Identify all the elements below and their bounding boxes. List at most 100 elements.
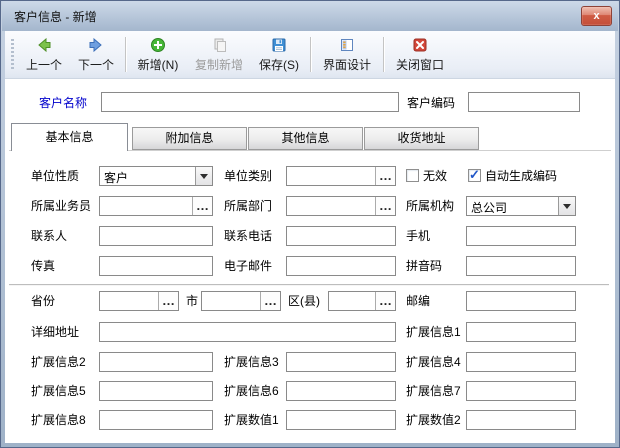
new-button[interactable]: 新增(N): [129, 31, 187, 78]
invalid-checkbox[interactable]: ✓: [406, 169, 419, 182]
titlebar: 客户信息 - 新增: [2, 1, 618, 31]
city-input[interactable]: [202, 292, 260, 310]
ext3-input[interactable]: [286, 352, 396, 372]
ui-design-label: 界面设计: [323, 56, 371, 73]
ellipsis-icon: …: [379, 202, 392, 210]
ext4-input[interactable]: [466, 352, 576, 372]
arrow-right-icon: [88, 37, 104, 53]
ellipsis-icon: …: [196, 202, 209, 210]
copy-new-label: 复制新增: [195, 56, 243, 73]
next-button[interactable]: 下一个: [70, 31, 122, 78]
organization-label: 所属机构: [406, 199, 454, 213]
organization-dropdown-button[interactable]: [558, 197, 575, 215]
city-lookup-button[interactable]: …: [260, 292, 280, 310]
tab-additional-info[interactable]: 附加信息: [132, 127, 247, 150]
fax-label: 传真: [31, 259, 55, 273]
invalid-checkbox-label[interactable]: 无效: [423, 169, 447, 183]
ext1-input[interactable]: [466, 322, 576, 342]
address-input[interactable]: [99, 322, 396, 342]
ext7-input[interactable]: [466, 381, 576, 401]
unit-nature-dropdown-button[interactable]: [195, 167, 212, 185]
unit-category-lookup-button[interactable]: …: [375, 167, 395, 185]
extnum2-input[interactable]: [466, 410, 576, 430]
district-label: 区(县): [288, 294, 320, 308]
save-label: 保存(S): [259, 56, 299, 73]
unit-nature-label: 单位性质: [31, 169, 79, 183]
tab-basic-info[interactable]: 基本信息: [11, 123, 128, 151]
toolbar: 上一个 下一个 新增(N) 复制新增: [5, 31, 615, 79]
province-label: 省份: [31, 294, 55, 308]
ext6-input[interactable]: [286, 381, 396, 401]
ellipsis-icon: …: [379, 172, 392, 180]
contact-input[interactable]: [99, 226, 213, 246]
mobile-label: 手机: [406, 229, 430, 243]
email-input[interactable]: [286, 256, 396, 276]
customer-info-dialog: 客户信息 - 新增 x 上一个 下一个 新增(N): [0, 0, 620, 448]
customer-code-input[interactable]: [468, 92, 580, 112]
zipcode-label: 邮编: [406, 294, 430, 308]
save-icon: [271, 37, 287, 53]
ext8-input[interactable]: [99, 410, 213, 430]
ext2-input[interactable]: [99, 352, 213, 372]
organization-combo[interactable]: 总公司: [466, 196, 576, 216]
save-button[interactable]: 保存(S): [251, 31, 307, 78]
salesman-label: 所属业务员: [31, 199, 91, 213]
ui-design-button[interactable]: 界面设计: [314, 31, 380, 78]
unit-category-input[interactable]: [287, 167, 375, 185]
plus-circle-icon: [150, 37, 166, 53]
toolbar-grip[interactable]: [11, 39, 14, 70]
ellipsis-icon: …: [162, 297, 175, 305]
close-window-label: 关闭窗口: [396, 56, 444, 73]
ellipsis-icon: …: [379, 297, 392, 305]
window-title: 客户信息 - 新增: [14, 8, 97, 25]
tab-other-info[interactable]: 其他信息: [248, 127, 363, 150]
department-input[interactable]: [287, 197, 375, 215]
copy-new-button: 复制新增: [187, 31, 251, 78]
unit-category-field: …: [286, 166, 396, 186]
toolbar-separator: [383, 37, 384, 72]
phone-input[interactable]: [286, 226, 396, 246]
ext1-label: 扩展信息1: [406, 325, 461, 339]
unit-nature-combo[interactable]: 客户: [99, 166, 213, 186]
extnum1-input[interactable]: [286, 410, 396, 430]
fax-input[interactable]: [99, 256, 213, 276]
toolbar-separator: [310, 37, 311, 72]
section-separator: [9, 284, 609, 285]
unit-category-label: 单位类别: [224, 169, 272, 183]
extnum1-label: 扩展数值1: [224, 413, 279, 427]
auto-code-checkbox[interactable]: ✓: [468, 169, 481, 182]
salesman-input[interactable]: [100, 197, 192, 215]
salesman-lookup-button[interactable]: …: [192, 197, 212, 215]
close-window-icon: [412, 37, 428, 53]
department-lookup-button[interactable]: …: [375, 197, 395, 215]
district-lookup-button[interactable]: …: [375, 292, 395, 310]
close-window-button[interactable]: 关闭窗口: [387, 31, 453, 78]
customer-name-label: 客户名称: [39, 96, 87, 110]
new-label: 新增(N): [138, 56, 179, 73]
pinyin-label: 拼音码: [406, 259, 442, 273]
address-label: 详细地址: [31, 325, 79, 339]
ext5-input[interactable]: [99, 381, 213, 401]
prev-label: 上一个: [26, 56, 62, 73]
phone-label: 联系电话: [224, 229, 272, 243]
close-icon: x: [593, 10, 599, 22]
dropdown-arrow-icon: [200, 174, 208, 179]
auto-code-checkbox-label[interactable]: 自动生成编码: [485, 169, 557, 183]
district-field: …: [328, 291, 396, 311]
customer-name-input[interactable]: [101, 92, 399, 112]
mobile-input[interactable]: [466, 226, 576, 246]
salesman-field: …: [99, 196, 213, 216]
email-label: 电子邮件: [224, 259, 272, 273]
ext4-label: 扩展信息4: [406, 355, 461, 369]
zipcode-input[interactable]: [466, 291, 576, 311]
tab-shipping-address[interactable]: 收货地址: [364, 127, 479, 150]
pinyin-input[interactable]: [466, 256, 576, 276]
close-button[interactable]: x: [581, 6, 612, 26]
ext8-label: 扩展信息8: [31, 413, 86, 427]
prev-button[interactable]: 上一个: [18, 31, 70, 78]
arrow-left-icon: [36, 37, 52, 53]
ext3-label: 扩展信息3: [224, 355, 279, 369]
district-input[interactable]: [329, 292, 375, 310]
province-lookup-button[interactable]: …: [158, 292, 178, 310]
province-input[interactable]: [100, 292, 158, 310]
